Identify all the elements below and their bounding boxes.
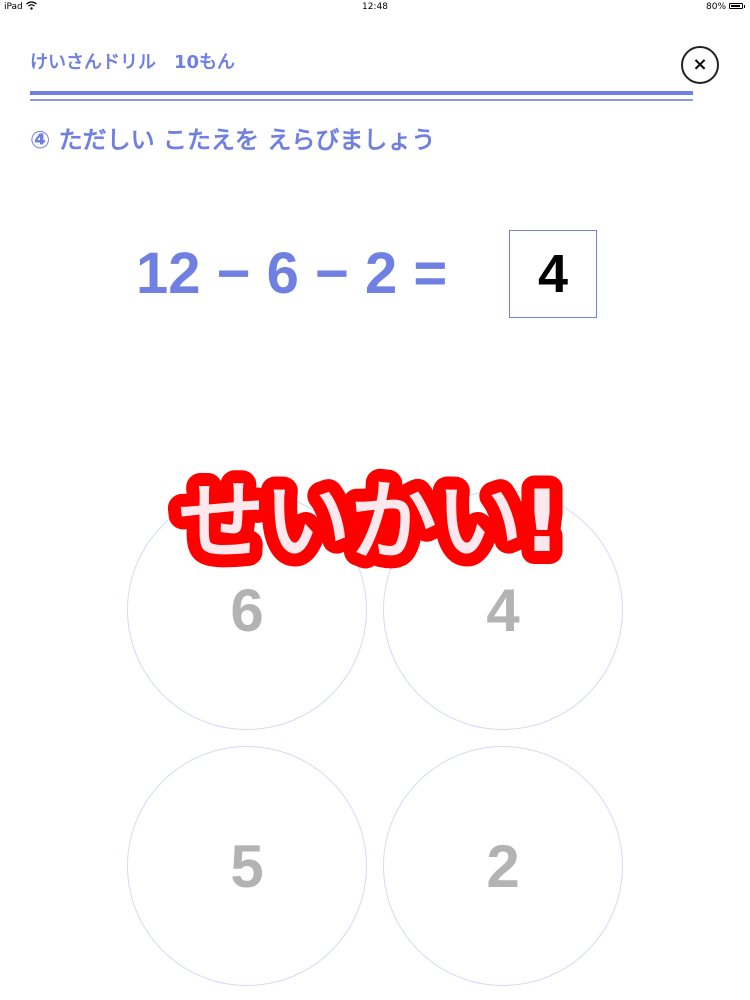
choice-label: 5 — [230, 832, 264, 900]
battery-tip — [744, 5, 745, 8]
header-divider — [30, 91, 693, 95]
choice-label: 2 — [486, 832, 520, 900]
battery-percentage: 80% — [706, 2, 727, 12]
choice-button-4[interactable]: 2 — [383, 746, 623, 986]
close-button[interactable]: × — [681, 46, 719, 84]
equation-text: 12 − 6 − 2 = — [136, 241, 448, 306]
choice-button-1[interactable]: 6 — [127, 490, 367, 730]
answer-box: 4 — [509, 230, 597, 318]
drill-title: けいさんドリル 10もん — [30, 52, 236, 73]
status-time: 12:48 — [362, 2, 388, 12]
choice-label: 6 — [230, 576, 264, 644]
close-icon: × — [692, 54, 708, 75]
choice-label: 4 — [486, 576, 520, 644]
status-bar: iPad 12:48 80% — [0, 0, 750, 14]
header-divider-thin — [30, 99, 693, 101]
battery-icon — [729, 3, 743, 9]
choice-button-3[interactable]: 5 — [127, 746, 367, 986]
question-instruction: ④ ただしい こたえを えらびましょう — [30, 126, 436, 154]
choice-button-2[interactable]: 4 — [383, 490, 623, 730]
